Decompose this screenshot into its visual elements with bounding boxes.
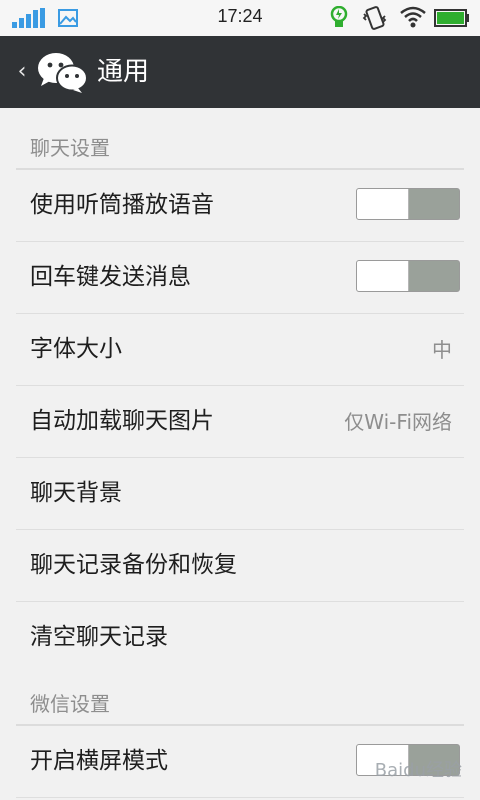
row-label: 开启横屏模式 [30,748,168,774]
enter-send-toggle[interactable] [356,260,460,292]
battery-saver-icon [330,6,348,27]
earpiece-toggle[interactable] [356,188,460,220]
status-bar: 17:24 [0,0,480,36]
settings-row-chat-background[interactable]: 聊天背景 [16,458,464,530]
row-label: 聊天背景 [30,480,122,506]
settings-row-clear-history[interactable]: 清空聊天记录 [16,602,464,674]
toggle-knob [357,261,409,291]
settings-row-earpiece[interactable]: 使用听筒播放语音 [16,170,464,242]
row-label: 清空聊天记录 [30,624,168,650]
page-title: 通用 [97,57,150,87]
title-bar: ‹ 通用 [0,36,480,108]
settings-list[interactable]: 聊天设置 使用听筒播放语音 回车键发送消息 字体大小 中 自动加载聊天图片 仅W… [0,108,480,800]
watermark-logo: Baidu经验 [374,760,462,781]
row-label: 自动加载聊天图片 [30,408,214,434]
wifi-icon [400,6,426,28]
font-size-value: 中 [432,338,452,362]
row-label: 聊天记录备份和恢复 [30,552,237,578]
settings-row-auto-load-images[interactable]: 自动加载聊天图片 仅Wi-Fi网络 [16,386,464,458]
back-chevron-icon[interactable]: ‹ [12,58,32,86]
section-header-wechat: 微信设置 [16,674,464,726]
toggle-knob [357,189,409,219]
row-label: 使用听筒播放语音 [30,192,214,218]
settings-row-backup-restore[interactable]: 聊天记录备份和恢复 [16,530,464,602]
row-label: 字体大小 [30,336,122,362]
settings-row-font-size[interactable]: 字体大小 中 [16,314,464,386]
section-header-chat: 聊天设置 [16,108,464,170]
battery-icon [434,9,469,27]
vibrate-icon [362,6,387,30]
wechat-logo-icon[interactable] [36,50,88,94]
settings-row-enter-send[interactable]: 回车键发送消息 [16,242,464,314]
row-label: 回车键发送消息 [30,264,191,290]
auto-load-images-value: 仅Wi-Fi网络 [344,410,452,434]
